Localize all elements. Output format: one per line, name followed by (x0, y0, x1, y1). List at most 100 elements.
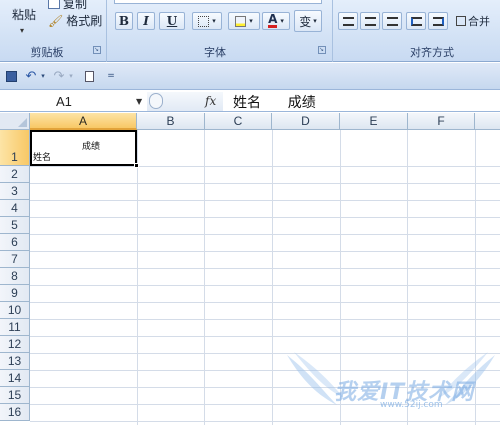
gridline (137, 130, 138, 425)
row-header-2[interactable]: 2 (0, 166, 30, 183)
gridline (30, 166, 500, 167)
decrease-indent-icon (410, 16, 422, 26)
column-header-f[interactable]: F (408, 113, 475, 130)
dropdown-arrow-icon: ▾ (249, 17, 253, 25)
watermark: 我爱IT技术网 www.52ij.com (282, 350, 500, 425)
formula-bar-toggle-icon[interactable] (149, 93, 163, 109)
gridline (272, 130, 273, 425)
bold-button[interactable]: B (115, 12, 133, 30)
format-painter-label: 格式刷 (66, 14, 103, 28)
formula-input[interactable]: 姓名 成绩 (233, 92, 316, 111)
row-header-15[interactable]: 15 (0, 387, 30, 404)
save-icon[interactable] (4, 68, 18, 84)
gridline (204, 130, 205, 425)
column-header-a[interactable]: A (30, 113, 137, 130)
column-header-e[interactable]: E (340, 113, 408, 130)
row-header-1[interactable]: 1 (0, 130, 30, 166)
active-cell-a1[interactable]: 成绩 姓名 (30, 130, 139, 168)
font-color-icon: A (268, 12, 278, 28)
name-box[interactable]: A1 (0, 92, 147, 111)
name-box-dropdown-icon[interactable]: ▼ (136, 97, 142, 106)
row-header-14[interactable]: 14 (0, 370, 30, 387)
quick-access-toolbar: ↶ ▾ ↷ ▾ = (0, 63, 500, 90)
row-header-13[interactable]: 13 (0, 353, 30, 370)
gridline (30, 268, 500, 269)
cell-a1-line2: 姓名 (33, 153, 52, 163)
merge-center-button[interactable]: 合并 (456, 13, 490, 29)
italic-button[interactable]: I (137, 12, 155, 30)
row-header-4[interactable]: 4 (0, 200, 30, 217)
select-all-button[interactable] (0, 113, 30, 130)
undo-icon[interactable]: ↶ (24, 68, 38, 84)
clipboard-launcher-icon[interactable]: ↘ (93, 46, 101, 54)
gridline (30, 336, 500, 337)
column-header-c[interactable]: C (205, 113, 272, 130)
row-header-5[interactable]: 5 (0, 217, 30, 234)
merge-icon (456, 16, 466, 26)
align-right-icon (386, 16, 398, 26)
copy-label: 复制 (63, 0, 88, 11)
undo-dropdown-icon[interactable]: ▾ (39, 68, 47, 84)
alignment-group-label: 对齐方式 (410, 46, 454, 59)
gridline (30, 217, 500, 218)
font-group-label: 字体 (204, 46, 226, 59)
redo-dropdown-icon[interactable]: ▾ (67, 68, 75, 84)
row-header-9[interactable]: 9 (0, 285, 30, 302)
gridline (30, 234, 500, 235)
align-center-button[interactable] (360, 12, 380, 30)
borders-button[interactable]: ▾ (192, 12, 222, 30)
column-header-g[interactable] (475, 113, 500, 130)
divider (332, 0, 333, 62)
ribbon: 粘贴 ▾ 复制 🖌 格式刷 剪贴板 ↘ B I U ▾ ▾ A ▾ 变 ▾ 字体… (0, 0, 500, 62)
format-painter-button[interactable]: 🖌 格式刷 (48, 12, 102, 29)
customize-toolbar-icon[interactable]: = (106, 68, 116, 84)
gridline (30, 251, 500, 252)
font-name-box[interactable] (114, 0, 322, 4)
divider (106, 0, 107, 62)
increase-indent-button[interactable] (428, 12, 448, 30)
increase-indent-icon (432, 16, 444, 26)
decrease-indent-button[interactable] (406, 12, 426, 30)
underline-button[interactable]: U (159, 12, 185, 30)
fill-color-button[interactable]: ▾ (228, 12, 260, 30)
row-header-11[interactable]: 11 (0, 319, 30, 336)
dropdown-arrow-icon: ▾ (212, 17, 216, 25)
row-header-16[interactable]: 16 (0, 404, 30, 421)
fill-handle[interactable] (134, 163, 139, 168)
borders-icon (198, 15, 210, 27)
gridline (30, 183, 500, 184)
paste-dropdown-arrow-icon[interactable]: ▾ (20, 26, 24, 35)
formula-bar: A1 ▼ fx 姓名 成绩 (0, 91, 500, 112)
align-left-button[interactable] (338, 12, 358, 30)
insert-function-button[interactable]: fx (205, 94, 216, 108)
row-header-6[interactable]: 6 (0, 234, 30, 251)
dropdown-arrow-icon: ▾ (280, 17, 284, 25)
phonetic-button[interactable]: 变 ▾ (294, 10, 322, 32)
row-header-8[interactable]: 8 (0, 268, 30, 285)
copy-button[interactable]: 复制 (48, 0, 87, 12)
row-header-10[interactable]: 10 (0, 302, 30, 319)
font-color-button[interactable]: A ▾ (262, 12, 290, 30)
column-header-d[interactable]: D (272, 113, 340, 130)
fill-bucket-icon (235, 15, 247, 27)
gridline (30, 200, 500, 201)
paste-button[interactable]: 粘贴 (12, 6, 36, 23)
align-left-icon (342, 16, 354, 26)
row-header-3[interactable]: 3 (0, 183, 30, 200)
row-header-7[interactable]: 7 (0, 251, 30, 268)
clipboard-group-label: 剪贴板 (30, 46, 64, 59)
format-painter-icon: 🖌 (48, 13, 64, 28)
align-right-button[interactable] (382, 12, 402, 30)
column-header-b[interactable]: B (137, 113, 205, 130)
copy-icon (48, 0, 60, 9)
phonetic-icon: 变 (299, 14, 312, 29)
new-document-icon[interactable] (82, 68, 96, 84)
redo-icon[interactable]: ↷ (52, 68, 66, 84)
dropdown-arrow-icon: ▾ (313, 17, 317, 25)
cell-a1-line1: 成绩 (82, 142, 101, 152)
gridline (30, 319, 500, 320)
gridline (30, 302, 500, 303)
align-center-icon (364, 16, 376, 26)
font-launcher-icon[interactable]: ↘ (318, 46, 326, 54)
row-header-12[interactable]: 12 (0, 336, 30, 353)
